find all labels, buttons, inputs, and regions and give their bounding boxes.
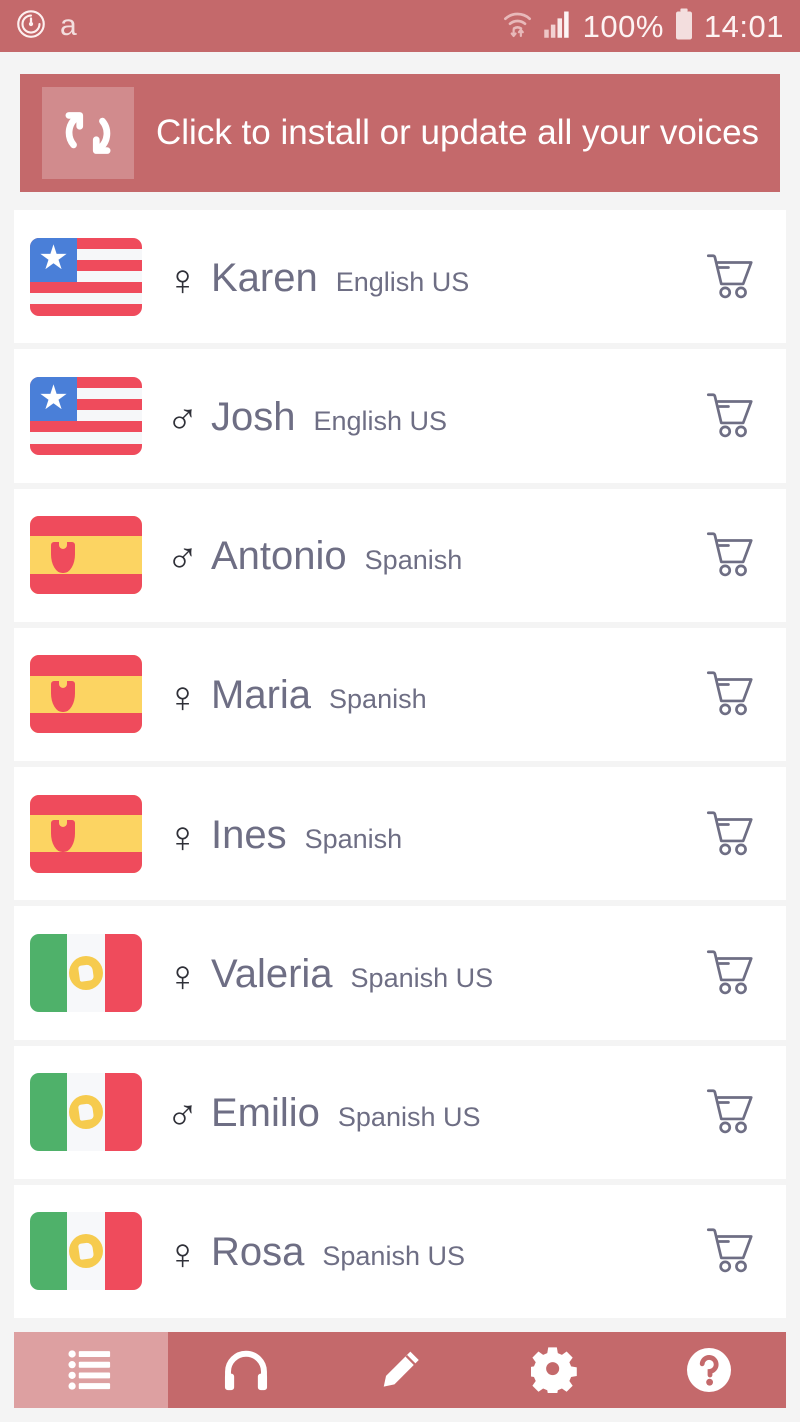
gender-symbol-icon: ♀ (166, 255, 199, 305)
voice-name-label: Valeria (211, 951, 333, 996)
voice-row-text: ♀ Rosa Spanish US (166, 1229, 698, 1277)
shopping-cart-icon[interactable] (698, 659, 768, 729)
voice-row[interactable]: ♂ Antonio Spanish (14, 488, 786, 622)
voice-language-label: Spanish (329, 684, 427, 715)
flag-mexico (30, 933, 142, 1012)
voice-language-label: Spanish US (350, 962, 494, 993)
nav-item-help[interactable] (632, 1332, 786, 1408)
headphones-icon (223, 1348, 269, 1392)
shopping-cart-icon[interactable] (698, 381, 768, 451)
signal-bars-icon (543, 10, 573, 43)
voice-row-text: ♂ Emilio Spanish US (166, 1090, 698, 1138)
voice-row[interactable]: ♀ Rosa Spanish US (14, 1184, 786, 1318)
voice-list: ★ ♀ Karen English US ★ ♂ Josh English US ♂ Antoni… (0, 210, 800, 1318)
voice-language-label: Spanish (364, 545, 463, 576)
nav-item-edit[interactable] (323, 1332, 477, 1408)
gender-symbol-icon: ♀ (166, 673, 199, 723)
voice-name-label: Josh (211, 394, 296, 439)
gender-symbol-icon: ♀ (166, 1230, 199, 1280)
voice-row[interactable]: ★ ♂ Josh English US (14, 349, 786, 483)
gender-symbol-icon: ♀ (166, 812, 199, 862)
shopping-cart-icon[interactable] (698, 1216, 768, 1286)
pencil-icon (377, 1348, 423, 1392)
flag-spain (30, 794, 142, 873)
alarm-circle-icon (16, 9, 46, 44)
battery-percent-label: 100% (582, 8, 664, 44)
voice-row[interactable]: ♂ Emilio Spanish US (14, 1045, 786, 1179)
gender-symbol-icon: ♂ (166, 534, 199, 584)
voice-name-label: Karen (211, 255, 318, 300)
voice-language-label: English US (313, 405, 448, 436)
voice-name-label: Maria (211, 673, 312, 718)
banner-label: Click to install or update all your voic… (156, 112, 760, 152)
voice-name-label: Antonio (211, 534, 347, 579)
list-icon (68, 1349, 114, 1391)
voice-row[interactable]: ♀ Ines Spanish (14, 767, 786, 901)
voice-language-label: Spanish (304, 823, 403, 854)
voice-name-label: Ines (211, 812, 287, 857)
wifi-transfer-icon (502, 8, 533, 44)
gender-symbol-icon: ♂ (166, 1091, 199, 1141)
flag-spain (30, 516, 142, 595)
shopping-cart-icon[interactable] (698, 1077, 768, 1147)
gear-icon (531, 1347, 578, 1393)
clock-label: 14:01 (703, 8, 784, 44)
status-bar-left: a (16, 9, 77, 44)
battery-full-icon (674, 8, 694, 45)
nav-item-voices[interactable] (14, 1332, 169, 1408)
voice-row-text: ♂ Josh English US (166, 394, 698, 442)
nav-item-settings[interactable] (477, 1332, 631, 1408)
voice-name-label: Rosa (211, 1230, 305, 1275)
bottom-navigation-bar (14, 1332, 786, 1408)
help-icon (685, 1346, 733, 1394)
voice-name-label: Emilio (211, 1091, 320, 1136)
flag-spain (30, 655, 142, 734)
nav-item-listen[interactable] (168, 1332, 322, 1408)
flag-mexico (30, 1212, 142, 1291)
app-screen: a 100% 14:01 Click to install or update … (0, 0, 800, 1422)
gender-symbol-icon: ♀ (166, 951, 199, 1001)
voice-row[interactable]: ♀ Valeria Spanish US (14, 906, 786, 1040)
voice-row-text: ♀ Maria Spanish (166, 672, 698, 720)
voice-language-label: English US (335, 266, 470, 297)
shopping-cart-icon[interactable] (698, 242, 768, 312)
shopping-cart-icon[interactable] (698, 799, 768, 869)
install-update-banner[interactable]: Click to install or update all your voic… (20, 74, 780, 192)
status-bar-app-letter: a (60, 9, 77, 42)
flag-united-states: ★ (30, 376, 142, 455)
shopping-cart-icon[interactable] (698, 938, 768, 1008)
flag-mexico (30, 1073, 142, 1152)
gender-symbol-icon: ♂ (166, 394, 199, 444)
voice-language-label: Spanish US (337, 1102, 481, 1133)
sync-refresh-icon (42, 87, 134, 179)
voice-row-text: ♀ Valeria Spanish US (166, 951, 698, 999)
voice-row-text: ♂ Antonio Spanish (166, 533, 698, 581)
flag-united-states: ★ (30, 237, 142, 316)
voice-row-text: ♀ Ines Spanish (166, 812, 698, 860)
voice-row[interactable]: ★ ♀ Karen English US (14, 210, 786, 344)
voice-row-text: ♀ Karen English US (166, 255, 698, 303)
voice-row[interactable]: ♀ Maria Spanish (14, 627, 786, 761)
status-bar-right: 100% 14:01 (502, 8, 784, 45)
shopping-cart-icon[interactable] (698, 520, 768, 590)
status-bar: a 100% 14:01 (0, 0, 800, 52)
voice-language-label: Spanish US (322, 1241, 465, 1272)
